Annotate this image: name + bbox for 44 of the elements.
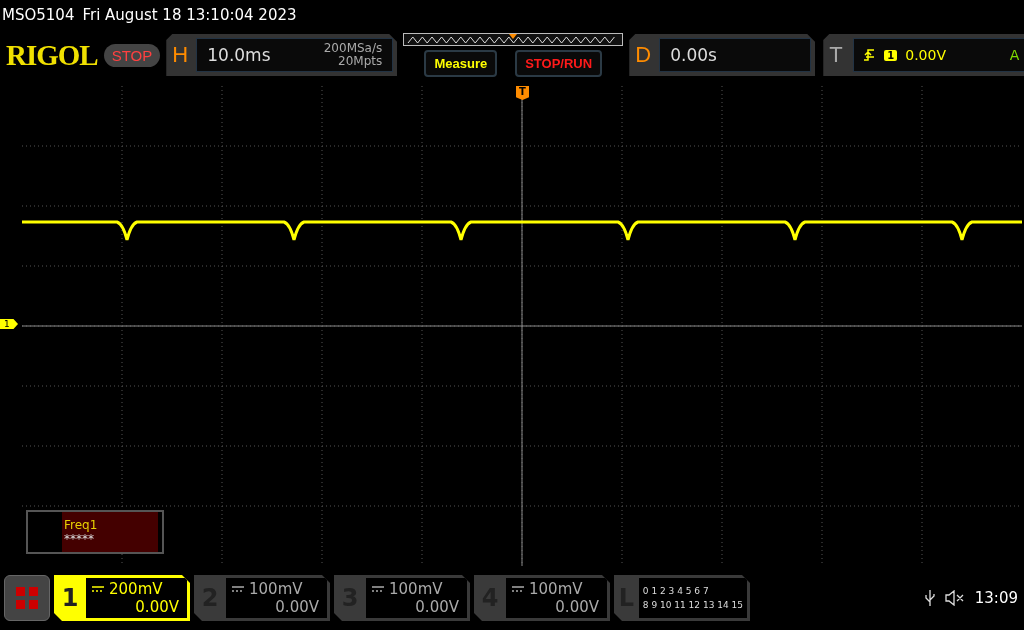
channel-offset: 0.00V xyxy=(415,598,459,616)
channel-scale: 100mV xyxy=(529,580,583,598)
rising-edge-icon xyxy=(864,49,877,61)
timebase-value: 10.0ms xyxy=(207,45,271,65)
channel-scale: 100mV xyxy=(389,580,443,598)
delay-panel[interactable]: D 0.00s xyxy=(629,34,816,76)
trigger-mode: A xyxy=(1009,47,1020,63)
grid-menu-icon xyxy=(16,587,38,609)
usb-icon xyxy=(924,590,935,606)
channel-panel[interactable]: 1 200mV 0.00V xyxy=(54,575,190,621)
model-label: MSO5104 xyxy=(2,6,75,24)
trigger-level: 0.00V xyxy=(905,47,946,63)
logic-channel-numbers: 8 9 10 11 12 13 14 15 xyxy=(642,600,743,610)
toolbar-button[interactable]: STOP/RUN xyxy=(515,50,603,77)
dc-coupling-icon xyxy=(232,586,244,592)
dc-coupling-icon xyxy=(512,586,524,592)
delay-value: 0.00s xyxy=(670,45,717,65)
channel-offset: 0.00V xyxy=(275,598,319,616)
horizontal-label: H xyxy=(172,42,190,68)
channel-number: 1 xyxy=(60,583,80,614)
toolbar-button[interactable]: Measure xyxy=(424,50,498,77)
date-time: Fri August 18 13:10:04 2023 xyxy=(82,6,297,24)
trigger-label: T xyxy=(829,42,844,68)
logo: RIGOL xyxy=(6,38,98,72)
channel-scale: 200mV xyxy=(109,580,163,598)
channel-offset: 0.00V xyxy=(555,598,599,616)
channel-offset-marker[interactable]: 1 xyxy=(0,319,18,329)
measurement-name: Freq1 xyxy=(64,518,99,532)
logic-channel-numbers: 0 1 2 3 4 5 6 7 xyxy=(642,586,710,596)
clock: 13:09 xyxy=(974,589,1018,607)
memory-depth: 20Mpts xyxy=(338,55,383,68)
measurement-panel[interactable]: Freq1 ***** xyxy=(26,510,164,554)
sample-rate: 200MSa/s xyxy=(323,42,383,55)
horizontal-panel[interactable]: H 10.0ms 200MSa/s 20Mpts xyxy=(166,34,398,76)
speaker-muted-icon[interactable] xyxy=(944,590,965,606)
dc-coupling-icon xyxy=(92,586,104,592)
delay-label: D xyxy=(635,42,653,68)
trigger-panel[interactable]: T 1 0.00V A xyxy=(823,34,1024,76)
channel-scale: 100mV xyxy=(249,580,303,598)
channel-offset: 0.00V xyxy=(135,598,179,616)
measurement-value: ***** xyxy=(64,532,95,546)
trigger-source-badge: 1 xyxy=(884,49,898,61)
trigger-position-marker[interactable]: T xyxy=(516,86,529,100)
dc-coupling-icon xyxy=(372,586,384,592)
